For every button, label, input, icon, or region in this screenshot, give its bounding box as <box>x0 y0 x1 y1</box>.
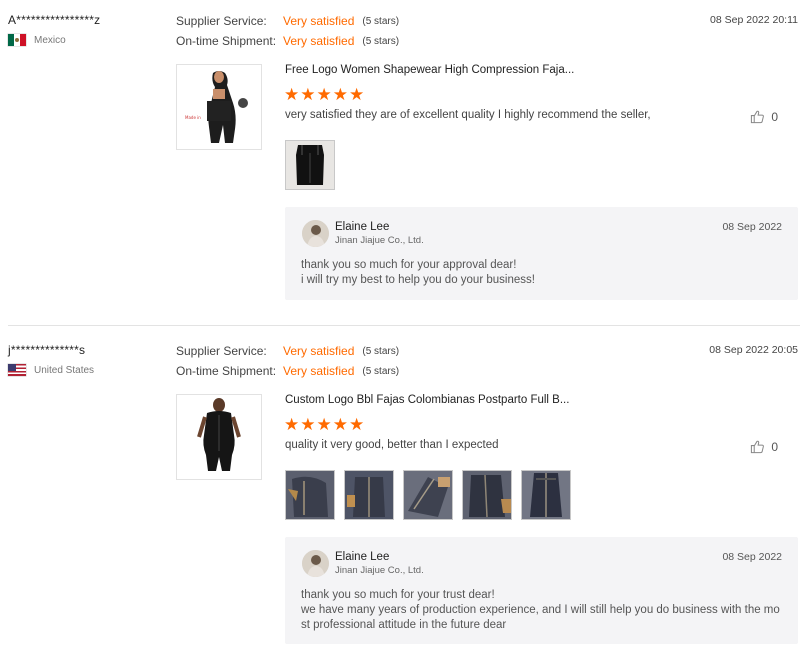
ontime-shipment-label: On-time Shipment: <box>176 34 277 48</box>
reply-date: 08 Sep 2022 <box>722 551 782 563</box>
flag-united-states-icon <box>8 364 26 376</box>
reply-line: we have many years of production experie… <box>301 604 780 616</box>
product-rating-stars: ★ ★ ★ ★ ★ <box>284 416 365 433</box>
review-date: 08 Sep 2022 20:05 <box>709 344 798 356</box>
star-icon: ★ <box>300 85 316 104</box>
star-icon: ★ <box>300 415 316 434</box>
review-card: A****************z Mexico Supplier Servi… <box>0 0 800 326</box>
ontime-shipment-value: Very satisfied <box>283 34 355 48</box>
product-thumbnail[interactable]: Made in <box>176 64 262 150</box>
ontime-shipment-rating: On-time Shipment: Very satisfied (5 star… <box>176 364 399 378</box>
review-photo[interactable] <box>521 470 571 520</box>
thumbs-up-icon[interactable] <box>750 109 765 124</box>
ontime-shipment-label: On-time Shipment: <box>176 364 277 378</box>
buyer-name: A****************z <box>8 13 101 27</box>
review-photo[interactable] <box>285 140 335 190</box>
star-icon: ★ <box>316 85 332 104</box>
seller-reply: Elaine Lee Jinan Jiajue Co., Ltd. 08 Sep… <box>285 537 798 644</box>
reply-line: thank you so much for your approval dear… <box>301 259 517 271</box>
product-thumbnail[interactable] <box>176 394 262 480</box>
ontime-shipment-value: Very satisfied <box>283 364 355 378</box>
product-title-link[interactable]: Custom Logo Bbl Fajas Colombianas Postpa… <box>285 394 569 406</box>
reply-line: i will try my best to help you do your b… <box>301 274 535 286</box>
review-photo[interactable] <box>344 470 394 520</box>
review-comment: very satisfied they are of excellent qua… <box>285 109 651 121</box>
supplier-service-rating: Supplier Service: Very satisfied (5 star… <box>176 14 399 28</box>
thumbs-up-icon[interactable] <box>750 439 765 454</box>
helpful-button[interactable]: 0 <box>750 439 778 454</box>
ontime-shipment-stars: (5 stars) <box>362 35 400 47</box>
star-icon: ★ <box>284 85 300 104</box>
seller-avatar <box>302 220 329 247</box>
seller-avatar <box>302 550 329 577</box>
supplier-service-label: Supplier Service: <box>176 14 267 28</box>
reply-line: st professional attitude in the future d… <box>301 619 507 631</box>
seller-company: Jinan Jiajue Co., Ltd. <box>335 565 424 576</box>
supplier-service-rating: Supplier Service: Very satisfied (5 star… <box>176 344 399 358</box>
helpful-count: 0 <box>771 109 778 124</box>
review-photo[interactable] <box>462 470 512 520</box>
seller-name: Elaine Lee <box>335 221 390 233</box>
flag-mexico-icon <box>8 34 26 46</box>
star-icon: ★ <box>316 415 332 434</box>
seller-company: Jinan Jiajue Co., Ltd. <box>335 235 424 246</box>
supplier-service-value: Very satisfied <box>283 14 355 28</box>
country-label: United States <box>34 364 95 376</box>
helpful-count: 0 <box>771 439 778 454</box>
star-icon: ★ <box>332 415 348 434</box>
reply-line: thank you so much for your trust dear! <box>301 589 495 601</box>
review-photo[interactable] <box>285 470 335 520</box>
reply-date: 08 Sep 2022 <box>722 221 782 233</box>
supplier-service-stars: (5 stars) <box>362 15 400 27</box>
buyer-country: United States <box>8 364 94 376</box>
review-photo[interactable] <box>403 470 453 520</box>
ontime-shipment-stars: (5 stars) <box>362 365 400 377</box>
product-title-link[interactable]: Free Logo Women Shapewear High Compressi… <box>285 64 574 76</box>
review-divider <box>8 325 800 326</box>
star-icon: ★ <box>349 85 365 104</box>
helpful-button[interactable]: 0 <box>750 109 778 124</box>
review-photos <box>285 140 344 190</box>
review-card: j**************s United States Supplier … <box>0 330 800 647</box>
supplier-service-label: Supplier Service: <box>176 344 267 358</box>
star-icon: ★ <box>332 85 348 104</box>
buyer-country: Mexico <box>8 34 66 46</box>
product-rating-stars: ★ ★ ★ ★ ★ <box>284 86 365 103</box>
supplier-service-stars: (5 stars) <box>362 345 400 357</box>
svg-text:Made in: Made in <box>185 115 201 120</box>
star-icon: ★ <box>349 415 365 434</box>
review-photos <box>285 470 580 520</box>
reply-text: thank you so much for your approval dear… <box>301 258 784 288</box>
buyer-name: j**************s <box>8 343 86 357</box>
seller-reply: Elaine Lee Jinan Jiajue Co., Ltd. 08 Sep… <box>285 207 798 300</box>
review-comment: quality it very good, better than I expe… <box>285 439 499 451</box>
star-icon: ★ <box>284 415 300 434</box>
seller-name: Elaine Lee <box>335 551 390 563</box>
supplier-service-value: Very satisfied <box>283 344 355 358</box>
review-date: 08 Sep 2022 20:11 <box>710 14 798 26</box>
ontime-shipment-rating: On-time Shipment: Very satisfied (5 star… <box>176 34 399 48</box>
reply-text: thank you so much for your trust dear! w… <box>301 588 784 633</box>
country-label: Mexico <box>34 34 66 46</box>
